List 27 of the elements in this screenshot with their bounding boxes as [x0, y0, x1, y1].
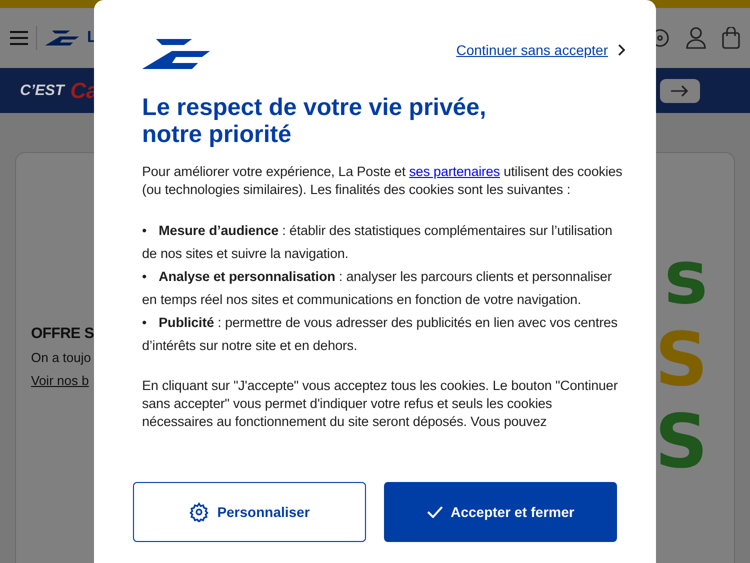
art-letter: S [654, 407, 704, 477]
accept-button[interactable]: Accepter et fermer [384, 482, 617, 542]
art-letter: s [664, 243, 704, 313]
user-icon[interactable] [686, 27, 706, 49]
bag-icon[interactable] [722, 27, 740, 49]
gear-icon [189, 502, 210, 522]
continue-link[interactable]: Continuer sans accepter [456, 42, 626, 58]
bullet-item: • Mesure d’audience : établir des statistiques complémentaires sur l’utilisation de nos sites et suivre la navigation. [142, 222, 614, 263]
card-title: OFFRE S [31, 325, 94, 342]
banner-text: C’EST [20, 82, 64, 99]
card-link[interactable]: Voir nos b [31, 373, 89, 388]
logo-icon [142, 39, 210, 69]
art-letter: S [654, 325, 704, 395]
menu-icon[interactable] [10, 31, 28, 45]
closing-paragraph: En cliquant sur "J'accepte" vous acceptez tous les cookies. Le bouton "Continuer sans accepter" vous permet d'indiquer votre refus et seuls les cookies nécessaires au fonctionnement du site seront déposés. Vous pouvez [142, 377, 619, 431]
dialog-title: Le respect de votre vie privée, notre priorité [142, 94, 488, 148]
arrow-button[interactable] [660, 78, 700, 102]
bullet-item: • Analyse et personnalisation : analyser les parcours clients et personnaliser en temps réel nos sites et communications en fonction de votre navigation. [142, 268, 613, 309]
check-icon [426, 506, 443, 518]
arrow-icon [671, 84, 689, 96]
customize-button[interactable]: Personnaliser [133, 482, 366, 542]
card-text: On a toujo [31, 350, 91, 365]
partners-link[interactable]: ses partenaires [409, 164, 500, 179]
chevron-icon [618, 44, 626, 56]
intro-paragraph: Pour améliorer votre expérience, La Poste et ses partenaires utilisent des cookies (ou technologies similaires). Les finalités des cookies sont les suivantes : [142, 163, 624, 199]
logo-icon[interactable] [45, 30, 79, 46]
bullet-item: • Publicité : permettre de vous adresser des publicités en lien avec vos centres d’intérêts sur notre site et en dehors. [142, 314, 619, 355]
